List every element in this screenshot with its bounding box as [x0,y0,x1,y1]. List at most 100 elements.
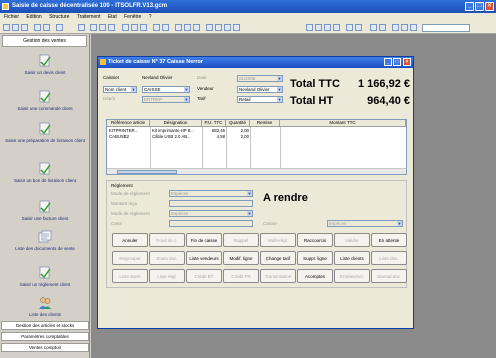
journal-doc-button[interactable]: Journal doc. [371,269,407,283]
nav-next-icon[interactable] [324,24,331,31]
depot-combo[interactable]: ENTREP ▼ [142,96,190,103]
client-combo[interactable]: Nom client ▼ [103,86,137,93]
menu-traitement[interactable]: Traitement [77,14,101,20]
suppr-ligne-button[interactable]: Suppr. ligne [297,251,333,265]
menu-fenetre[interactable]: Fenêtre [124,14,141,20]
menu-fichier[interactable]: Fichier [4,14,19,20]
facture-icon[interactable] [153,24,160,31]
column-header[interactable]: P.U. TTC [202,120,226,127]
table-cell[interactable]: 2,00 [226,134,249,140]
list3-icon[interactable] [224,24,231,31]
view-icon[interactable] [346,24,353,31]
liste-doc-button[interactable]: Liste doc. [371,251,407,265]
menu-help[interactable]: ? [149,14,152,20]
commande-icon[interactable] [131,24,138,31]
column-header[interactable]: Montant TTC [280,120,406,127]
column-header[interactable]: Désignation [150,120,202,127]
sidebar-section-comptoir[interactable]: Ventes comptoir [1,343,89,352]
copy-icon[interactable] [99,24,106,31]
devis-icon[interactable] [122,24,129,31]
sidebar-item-documents[interactable]: Liste des documents de vente [0,230,90,251]
sidebar-item-livraison[interactable]: Saisir un bon de livraison client [0,162,90,183]
liste-vendeurs-button[interactable]: Liste vendeurs [186,251,222,265]
modif-ligne-button[interactable]: Modif. ligne [223,251,259,265]
back-icon[interactable] [370,24,377,31]
date-combo[interactable]: 01/2006 ▼ [237,75,283,82]
mode-reglement-combo[interactable]: Espèces ▼ [169,190,253,197]
menu-edition[interactable]: Edition [26,14,41,20]
valider-button[interactable]: Valider [334,233,370,247]
list1-icon[interactable] [206,24,213,31]
avoir-icon[interactable] [162,24,169,31]
sidebar-header[interactable]: Gestion des ventes [2,35,87,47]
sidebar-item-clients[interactable]: Liste des clients [0,296,90,317]
nav-first-icon[interactable] [306,24,313,31]
fin-caisse-button[interactable]: Fin de caisse [186,233,222,247]
raccourcis-button[interactable]: Raccourcis [297,233,333,247]
paste-icon[interactable] [108,24,115,31]
liste-reglements-button[interactable]: Liste régl. [149,269,185,283]
dialog-close-button[interactable]: × [403,58,411,66]
regrouper-button[interactable]: Regrouper [112,251,148,265]
sidebar-item-facture[interactable]: Saisir une facture client [0,200,90,221]
credit-bt-button[interactable]: Crédit BT [186,269,222,283]
sidebar-item-preparation[interactable]: Saisir une préparation de livraison clie… [0,122,90,143]
en-attente-button[interactable]: En attente [371,233,407,247]
zoom-icon[interactable] [355,24,362,31]
print-icon[interactable] [34,24,41,31]
client-icon[interactable] [175,24,182,31]
credit-fr-button[interactable]: Crédit FR [223,269,259,283]
horizontal-scrollbar[interactable] [107,168,406,174]
settings-icon[interactable] [410,24,417,31]
nav-last-icon[interactable] [333,24,340,31]
ticket-lines-table[interactable]: Référence article Désignation P.U. TTC Q… [106,119,407,175]
transmission-button[interactable]: Transmission [260,269,296,283]
column-header[interactable]: Référence article [107,120,150,127]
change-tarif-button[interactable]: Change tarif [260,251,296,265]
stock-icon[interactable] [193,24,200,31]
arrow-icon[interactable] [78,24,85,31]
sidebar-section-articles[interactable]: Gestion des articles et stocks [1,321,89,330]
entrees-sorties-button[interactable]: Entrées/sor. [334,269,370,283]
help-icon[interactable] [56,24,63,31]
article-icon[interactable] [184,24,191,31]
fond-caisse-button[interactable]: Fond de c. [149,233,185,247]
sidebar-item-commande[interactable]: Saisir une commande client [0,90,90,111]
minimize-button[interactable]: _ [465,2,474,11]
vendeur-combo[interactable]: Nevland Olivier ▼ [237,86,283,93]
toolbar-search-field[interactable] [422,24,470,32]
search-icon[interactable] [392,24,399,31]
tarif-combo[interactable]: Retail ▼ [237,96,283,103]
menu-etat[interactable]: Etat [108,14,117,20]
caisse-combo[interactable]: CAISSE ▼ [142,86,190,93]
montant-recu-field[interactable] [169,200,253,207]
mode-reglement-2-combo[interactable]: Espèces ▼ [169,210,253,217]
rappel-button[interactable]: Rappel [223,233,259,247]
table-cell[interactable]: CABUSB2 [109,134,149,140]
forward-icon[interactable] [379,24,386,31]
preview-icon[interactable] [43,24,50,31]
caisse-reglement-combo[interactable]: Espèces ▼ [327,220,403,227]
new-icon[interactable] [3,24,10,31]
close-button[interactable]: × [485,2,494,11]
table-cell[interactable]: Câble USB 2.0 AB... [152,134,201,140]
table-cell[interactable]: 4,58 [202,134,225,140]
scrollbar-thumb[interactable] [117,170,177,174]
column-header[interactable]: Quantité [226,120,250,127]
liste-stock-button[interactable]: Liste stock [112,269,148,283]
column-header[interactable]: Remise [250,120,280,127]
carte-field[interactable] [169,220,253,227]
sidebar-item-devis[interactable]: Saisir un devis client [0,54,90,75]
menu-structure[interactable]: Structure [49,14,69,20]
liste-clients-button[interactable]: Liste clients [334,251,370,265]
multi-reglement-button[interactable]: Multi-règl. [260,233,296,247]
livraison-icon[interactable] [140,24,147,31]
list2-icon[interactable] [215,24,222,31]
sidebar-section-comptables[interactable]: Paramètres comptables [1,332,89,341]
acomptes-button[interactable]: Acomptes [297,269,333,283]
save-icon[interactable] [21,24,28,31]
nav-prev-icon[interactable] [315,24,322,31]
zoom-doc-button[interactable]: Zoom doc. [149,251,185,265]
dialog-maximize-button[interactable]: □ [393,58,401,66]
calc-icon[interactable] [401,24,408,31]
